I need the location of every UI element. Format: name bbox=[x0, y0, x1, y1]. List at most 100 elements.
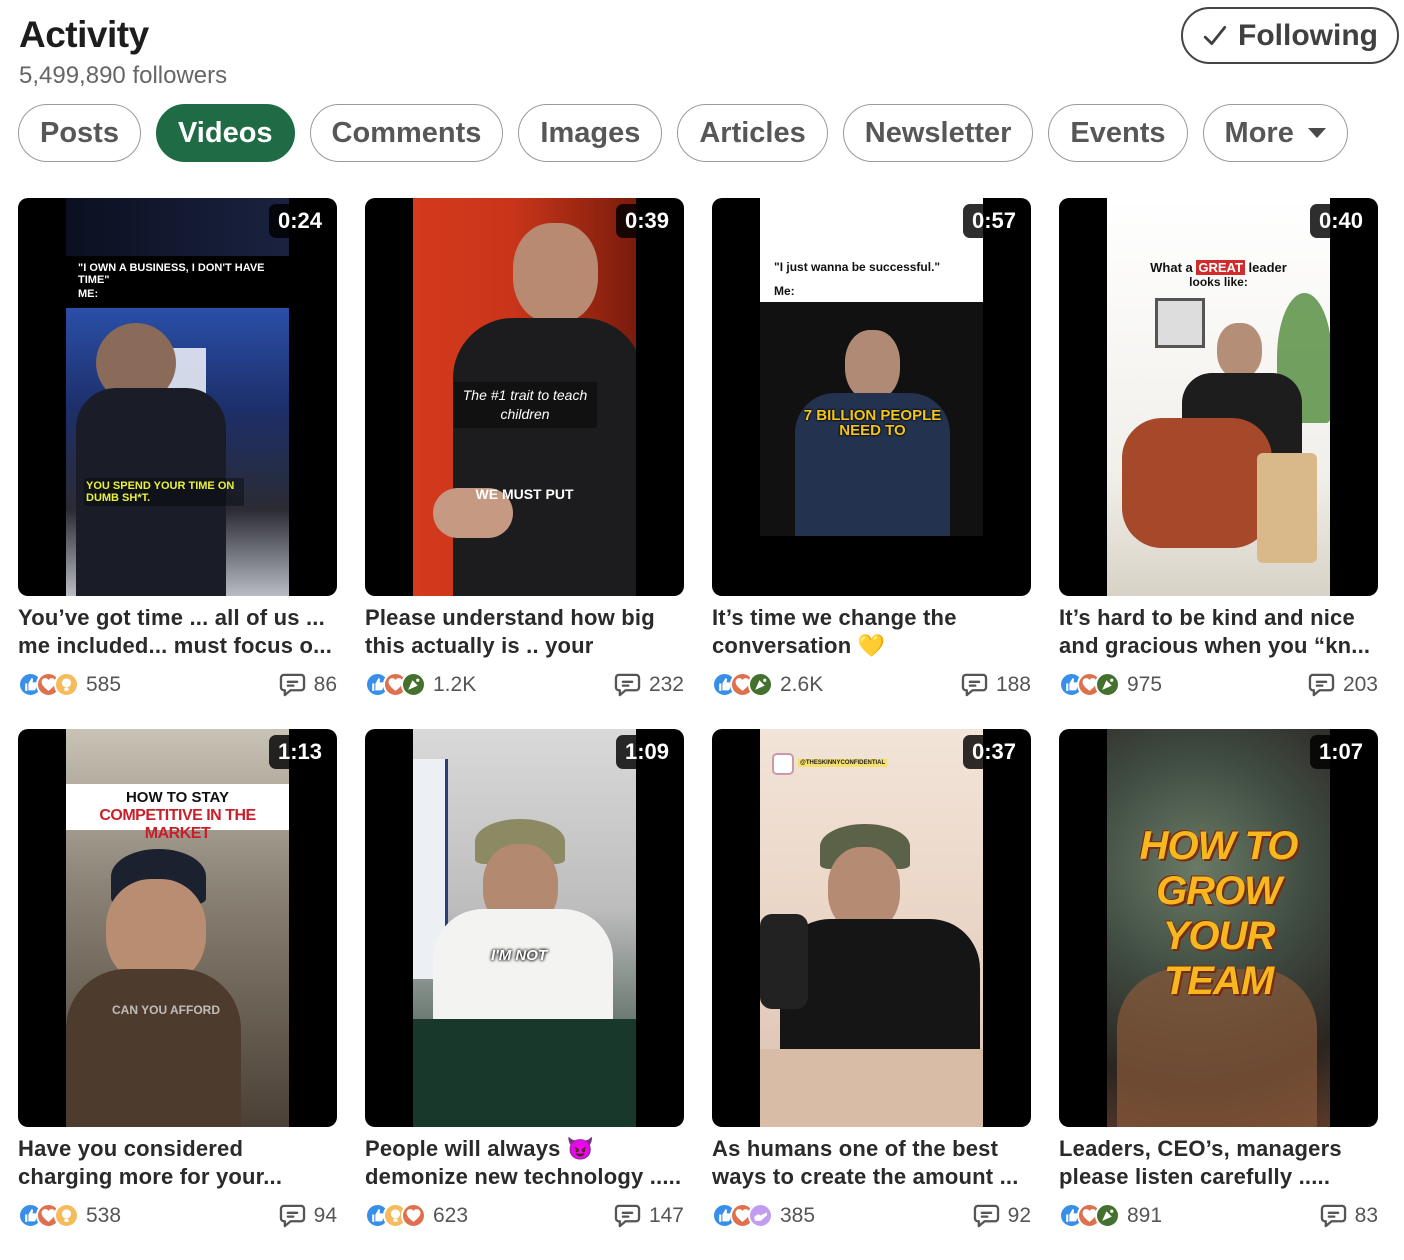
video-thumbnail[interactable]: HOW TO GROW YOUR TEAM 1:07 bbox=[1059, 729, 1378, 1127]
video-frame: I'M NOT bbox=[413, 729, 636, 1127]
overlay-text: CAN YOU AFFORD bbox=[112, 1003, 220, 1017]
tab-events[interactable]: Events bbox=[1048, 104, 1188, 162]
caption-line: me included... must focus o... bbox=[18, 633, 333, 658]
video-duration: 0:24 bbox=[268, 204, 331, 238]
video-caption[interactable]: Please understand how big this actually … bbox=[365, 604, 684, 660]
video-thumbnail[interactable]: The #1 trait to teach children WE MUST P… bbox=[365, 198, 684, 596]
tab-label: Events bbox=[1070, 116, 1166, 149]
page-title: Activity bbox=[19, 14, 149, 55]
comment-count[interactable]: 188 bbox=[961, 672, 1031, 697]
caption-line: demonize new technology ..... bbox=[365, 1164, 682, 1189]
video-thumbnail[interactable]: "I just wanna be successful." Me: 7 BILL… bbox=[712, 198, 1031, 596]
video-card[interactable]: HOW TO GROW YOUR TEAM 1:07 Leaders, CEO’… bbox=[1059, 729, 1378, 1246]
tab-newsletter[interactable]: Newsletter bbox=[842, 104, 1034, 162]
overlay-text: @THESKINNYCONFIDENTIAL bbox=[798, 759, 888, 767]
engagement-bar: 538 94 bbox=[18, 1203, 337, 1228]
tab-posts[interactable]: Posts bbox=[18, 104, 141, 162]
comment-icon bbox=[973, 1204, 999, 1228]
comment-icon bbox=[279, 673, 305, 697]
video-card[interactable]: "I OWN A BUSINESS, I DON'T HAVE TIME" ME… bbox=[18, 198, 337, 715]
video-card[interactable]: I'M NOT 1:09 People will always 😈 demoni… bbox=[365, 729, 684, 1246]
overlay-text: The #1 trait to teach children bbox=[453, 382, 597, 428]
video-caption[interactable]: It’s hard to be kind and nice and gracio… bbox=[1059, 604, 1378, 660]
following-button[interactable]: Following bbox=[1181, 7, 1399, 64]
reaction-count: 585 bbox=[86, 672, 122, 696]
comment-icon bbox=[279, 1204, 305, 1228]
video-thumbnail[interactable]: "I OWN A BUSINESS, I DON'T HAVE TIME" ME… bbox=[18, 198, 337, 596]
caret-down-icon bbox=[1307, 128, 1326, 138]
reaction-count: 385 bbox=[780, 1203, 816, 1227]
comment-icon bbox=[1320, 1204, 1346, 1228]
reactions[interactable]: 538 bbox=[18, 1203, 121, 1228]
comment-number: 232 bbox=[648, 672, 684, 696]
video-card[interactable]: What a GREAT leader looks like: 0:40 It’… bbox=[1059, 198, 1378, 715]
reaction-count: 538 bbox=[86, 1203, 122, 1227]
video-caption[interactable]: You’ve got time ... all of us ... me inc… bbox=[18, 604, 337, 660]
overlay-text: Me: bbox=[774, 284, 795, 298]
comment-icon bbox=[614, 673, 641, 697]
tab-videos[interactable]: Videos bbox=[155, 104, 295, 162]
video-duration: 0:40 bbox=[1309, 204, 1372, 238]
video-caption[interactable]: It’s time we change the conversation 💛 bbox=[712, 604, 1031, 660]
video-duration: 0:39 bbox=[615, 204, 678, 238]
overlay-text: HOW TO STAY bbox=[125, 789, 230, 806]
video-grid: "I OWN A BUSINESS, I DON'T HAVE TIME" ME… bbox=[18, 198, 1378, 1246]
support-icon bbox=[748, 1203, 773, 1228]
video-frame: What a GREAT leader looks like: bbox=[1107, 198, 1330, 596]
video-thumbnail[interactable]: What a GREAT leader looks like: 0:40 bbox=[1059, 198, 1378, 596]
comment-count[interactable]: 203 bbox=[1308, 672, 1378, 697]
tab-label: Videos bbox=[177, 116, 273, 149]
reactions[interactable]: 975 bbox=[1059, 672, 1162, 697]
overlay-text: looks like: bbox=[1189, 275, 1248, 289]
video-duration: 1:07 bbox=[1309, 735, 1372, 769]
reactions[interactable]: 891 bbox=[1059, 1203, 1162, 1228]
reactions[interactable]: 585 bbox=[18, 672, 121, 697]
engagement-bar: 623 147 bbox=[365, 1203, 684, 1228]
reaction-count: 1.2K bbox=[433, 672, 477, 696]
comment-count[interactable]: 147 bbox=[614, 1203, 684, 1228]
overlay-text: TEAM bbox=[1163, 959, 1274, 1003]
celebrate-icon bbox=[748, 672, 773, 697]
video-thumbnail[interactable]: @THESKINNYCONFIDENTIAL 0:37 bbox=[712, 729, 1031, 1127]
caption-line: It’s time we change the bbox=[712, 605, 957, 630]
reactions[interactable]: 1.2K bbox=[365, 672, 476, 697]
reaction-count: 975 bbox=[1127, 672, 1163, 696]
overlay-text: leader bbox=[1248, 260, 1287, 275]
comment-count[interactable]: 232 bbox=[614, 672, 684, 697]
video-caption[interactable]: Leaders, CEO’s, managers please listen c… bbox=[1059, 1135, 1378, 1191]
reactions[interactable]: 385 bbox=[712, 1203, 815, 1228]
comment-count[interactable]: 83 bbox=[1320, 1203, 1378, 1228]
video-card[interactable]: @THESKINNYCONFIDENTIAL 0:37 As humans on… bbox=[712, 729, 1031, 1246]
video-caption[interactable]: Have you considered charging more for yo… bbox=[18, 1135, 337, 1191]
tab-comments[interactable]: Comments bbox=[309, 104, 504, 162]
tab-label: Posts bbox=[40, 116, 119, 149]
video-card[interactable]: The #1 trait to teach children WE MUST P… bbox=[365, 198, 684, 715]
following-label: Following bbox=[1238, 18, 1378, 52]
tab-more[interactable]: More bbox=[1202, 104, 1348, 162]
video-card[interactable]: HOW TO STAY COMPETITIVE IN THE MARKET CA… bbox=[18, 729, 337, 1246]
reactions[interactable]: 2.6K bbox=[712, 672, 823, 697]
comment-count[interactable]: 86 bbox=[279, 672, 337, 697]
tab-images[interactable]: Images bbox=[518, 104, 663, 162]
caption-line: please listen carefully ..... bbox=[1059, 1164, 1331, 1189]
celebrate-icon bbox=[401, 672, 426, 697]
celebrate-icon bbox=[1095, 672, 1120, 697]
video-thumbnail[interactable]: HOW TO STAY COMPETITIVE IN THE MARKET CA… bbox=[18, 729, 337, 1127]
caption-line: Please understand how big bbox=[365, 605, 655, 630]
caption-line: Leaders, CEO’s, managers bbox=[1059, 1136, 1342, 1161]
reactions[interactable]: 623 bbox=[365, 1203, 468, 1228]
video-caption[interactable]: People will always 😈 demonize new techno… bbox=[365, 1135, 684, 1191]
video-caption[interactable]: As humans one of the best ways to create… bbox=[712, 1135, 1031, 1191]
video-thumbnail[interactable]: I'M NOT 1:09 bbox=[365, 729, 684, 1127]
tab-label: Newsletter bbox=[864, 116, 1012, 149]
caption-line: ways to create the amount ... bbox=[712, 1164, 1019, 1189]
comment-number: 203 bbox=[1342, 672, 1378, 696]
comment-number: 147 bbox=[648, 1203, 684, 1227]
caption-line: conversation 💛 bbox=[712, 633, 886, 658]
comment-count[interactable]: 94 bbox=[279, 1203, 337, 1228]
comment-count[interactable]: 92 bbox=[973, 1203, 1031, 1228]
video-frame: The #1 trait to teach children WE MUST P… bbox=[413, 198, 636, 596]
video-card[interactable]: "I just wanna be successful." Me: 7 BILL… bbox=[712, 198, 1031, 715]
comment-icon bbox=[961, 673, 988, 697]
tab-articles[interactable]: Articles bbox=[677, 104, 828, 162]
